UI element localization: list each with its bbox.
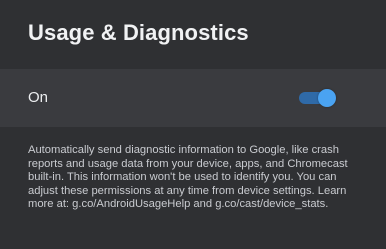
description-text: Automatically send diagnostic informatio… <box>28 144 348 211</box>
page-title: Usage & Diagnostics <box>28 20 249 45</box>
toggle-switch-icon[interactable] <box>299 89 336 107</box>
usage-diagnostics-toggle-row[interactable]: On <box>0 69 386 127</box>
toggle-thumb <box>318 89 336 107</box>
toggle-row-label: On <box>28 89 49 106</box>
usage-diagnostics-screen: Usage & Diagnostics On Automatically sen… <box>0 0 386 249</box>
